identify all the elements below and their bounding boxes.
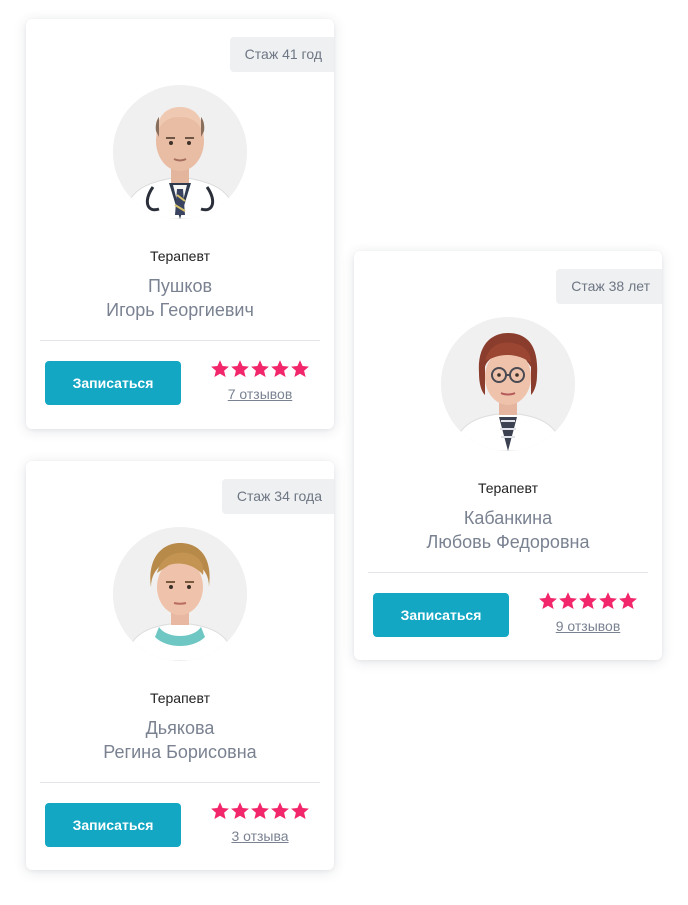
doctor-first-names: Регина Борисовна bbox=[103, 742, 257, 762]
doctor-card-pushkov: Стаж 41 год Терапевт Пушков Игорь Георги… bbox=[26, 19, 334, 429]
specialty-label: Терапевт bbox=[477, 480, 539, 496]
experience-badge: Стаж 38 лет bbox=[556, 269, 662, 304]
doctor-photo-icon bbox=[441, 317, 575, 451]
divider bbox=[368, 572, 648, 573]
star-icon bbox=[291, 802, 309, 819]
reviews-link[interactable]: 9 отзывов bbox=[524, 618, 652, 634]
star-icon bbox=[211, 802, 229, 819]
doctor-first-names: Любовь Федоровна bbox=[426, 532, 590, 552]
doctor-name: Кабанкина Любовь Федоровна bbox=[354, 506, 662, 554]
star-icon bbox=[271, 360, 289, 377]
star-icon bbox=[231, 360, 249, 377]
rating-stars bbox=[210, 359, 310, 379]
star-icon bbox=[619, 592, 637, 609]
doctor-card-kabankina: Стаж 38 лет Терапевт Кабанкина Любовь Фе… bbox=[354, 251, 662, 660]
star-icon bbox=[579, 592, 597, 609]
book-appointment-button[interactable]: Записаться bbox=[45, 361, 181, 405]
star-icon bbox=[291, 360, 309, 377]
doctor-last-name: Пушков bbox=[147, 276, 213, 296]
doctor-photo-icon bbox=[113, 527, 247, 661]
divider bbox=[40, 340, 320, 341]
star-icon bbox=[539, 592, 557, 609]
star-icon bbox=[251, 360, 269, 377]
doctor-name: Дьякова Регина Борисовна bbox=[26, 716, 334, 764]
doctor-first-names: Игорь Георгиевич bbox=[106, 300, 254, 320]
doctor-last-name: Кабанкина bbox=[463, 508, 553, 528]
rating-stars bbox=[538, 591, 638, 611]
doctor-last-name: Дьякова bbox=[145, 718, 215, 738]
book-appointment-button[interactable]: Записаться bbox=[45, 803, 181, 847]
doctor-photo-icon bbox=[113, 85, 247, 219]
reviews-link[interactable]: 7 отзывов bbox=[196, 386, 324, 402]
star-icon bbox=[251, 802, 269, 819]
specialty-label: Терапевт bbox=[149, 248, 211, 264]
star-icon bbox=[599, 592, 617, 609]
divider bbox=[40, 782, 320, 783]
doctor-name: Пушков Игорь Георгиевич bbox=[26, 274, 334, 322]
star-icon bbox=[211, 360, 229, 377]
specialty-label: Терапевт bbox=[149, 690, 211, 706]
experience-badge: Стаж 41 год bbox=[229, 37, 334, 72]
star-icon bbox=[271, 802, 289, 819]
reviews-link[interactable]: 3 отзыва bbox=[196, 828, 324, 844]
book-appointment-button[interactable]: Записаться bbox=[373, 593, 509, 637]
star-icon bbox=[231, 802, 249, 819]
experience-badge: Стаж 34 года bbox=[221, 479, 334, 514]
star-icon bbox=[559, 592, 577, 609]
rating-stars bbox=[210, 801, 310, 821]
doctor-card-dyakova: Стаж 34 года Терапевт Дьякова Регина Бор… bbox=[26, 461, 334, 870]
